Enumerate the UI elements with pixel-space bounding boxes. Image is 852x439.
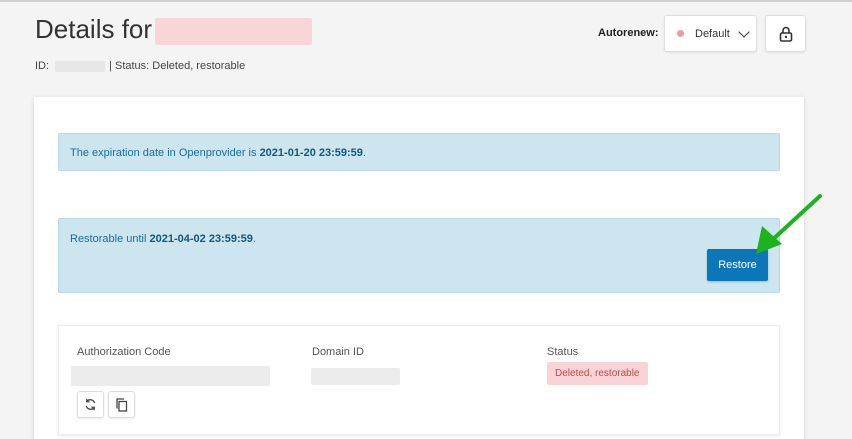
expiry-suffix: . [362,147,366,159]
status-label: Status [547,346,579,358]
refresh-icon [85,398,96,411]
lock-icon [779,26,792,42]
annotation-arrow-icon [756,194,822,254]
auth-code-label: Authorization Code [77,346,171,358]
restore-text: Restorable until [70,233,150,245]
autorenew-select[interactable]: Default [664,15,757,52]
redacted-domain-name [155,18,312,45]
redacted-domain-id [311,368,400,385]
status-badge: Deleted, restorable [547,362,648,385]
restore-date: 2021-04-02 23:59:59 [149,233,253,245]
id-label: ID: [35,60,50,72]
redacted-id [55,60,106,72]
autorenew-value: Default [695,27,730,40]
regenerate-auth-code-button[interactable] [77,391,104,418]
domain-info-card: Authorization Code Domain ID Status Dele… [58,325,780,435]
expiry-alert: The expiration date in Openprovider is 2… [58,133,780,171]
autorenew-label: Autorenew: [598,27,659,39]
status-line: | Status: Deleted, restorable [109,60,246,72]
chevron-down-icon [738,25,750,38]
copy-icon [116,397,128,412]
expiry-text: The expiration date in Openprovider is [70,147,260,159]
meta-line: ID: | Status: Deleted, restorable [35,60,245,72]
copy-auth-code-button[interactable] [108,391,135,418]
domain-id-label: Domain ID [312,346,364,358]
redacted-auth-code [71,366,270,386]
lock-button[interactable] [765,15,806,52]
restore-suffix: . [252,233,256,245]
top-border [0,0,852,2]
main-card: The expiration date in Openprovider is 2… [34,97,804,439]
page-title: Details for [35,14,153,44]
autorenew-status-dot [677,30,684,37]
restore-alert: Restorable until 2021-04-02 23:59:59. Re… [58,218,780,293]
expiry-date: 2021-01-20 23:59:59 [259,147,363,159]
